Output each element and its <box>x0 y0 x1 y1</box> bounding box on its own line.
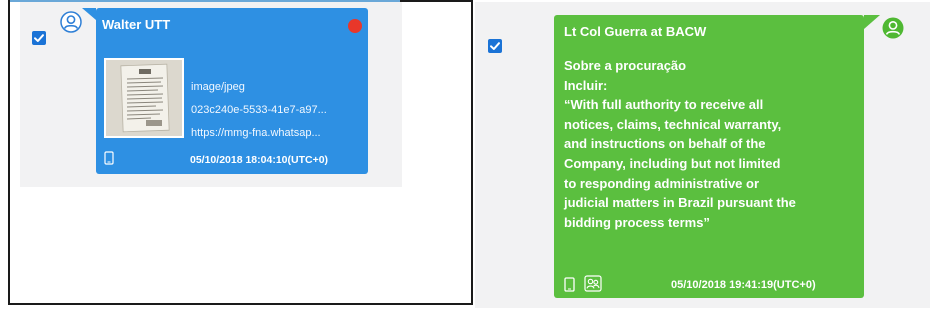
message-bubble[interactable]: Walter UTT image/jpeg 023c240e-5533-41e7… <box>96 8 368 174</box>
user-icon <box>882 17 904 39</box>
attachment-thumbnail[interactable] <box>104 58 184 138</box>
message-timestamp: 05/10/2018 19:41:19(UTC+0) <box>671 279 816 291</box>
sender-avatar[interactable] <box>882 17 904 39</box>
user-icon <box>60 11 82 33</box>
message-bubble[interactable]: Lt Col Guerra at BACW Sobre a procuração… <box>554 15 864 298</box>
bubble-tail <box>864 15 880 29</box>
left-screenshot-frame: Walter UTT image/jpeg 023c240e-5533-41e7… <box>8 0 473 305</box>
attachment-file-id: 023c240e-5533-41e7-a97... <box>191 104 327 116</box>
bubble-tail <box>82 8 96 20</box>
phone-icon <box>104 151 114 170</box>
message-row-outgoing[interactable]: Lt Col Guerra at BACW Sobre a procuração… <box>475 2 930 308</box>
message-select-checkbox[interactable] <box>488 39 502 53</box>
checkmark-icon <box>34 34 44 42</box>
frame-bottom-border <box>10 303 471 305</box>
group-icon <box>584 275 602 297</box>
phone-icon <box>564 277 575 297</box>
attachment-url[interactable]: https://mmg-fna.whatsap... <box>191 127 321 139</box>
message-row-incoming[interactable]: Walter UTT image/jpeg 023c240e-5533-41e7… <box>20 2 402 187</box>
message-timestamp: 05/10/2018 18:04:10(UTC+0) <box>190 154 329 166</box>
sender-avatar[interactable] <box>60 11 82 33</box>
document-photo-icon <box>106 60 182 136</box>
status-dot-icon <box>348 19 362 33</box>
sender-name[interactable]: Walter UTT <box>102 17 170 32</box>
attachment-mime-type: image/jpeg <box>191 81 245 93</box>
checkmark-icon <box>490 42 500 50</box>
message-select-checkbox[interactable] <box>32 31 46 45</box>
sender-name[interactable]: Lt Col Guerra at BACW <box>564 24 706 39</box>
message-body: Sobre a procuração Incluir: “With full a… <box>564 58 796 230</box>
